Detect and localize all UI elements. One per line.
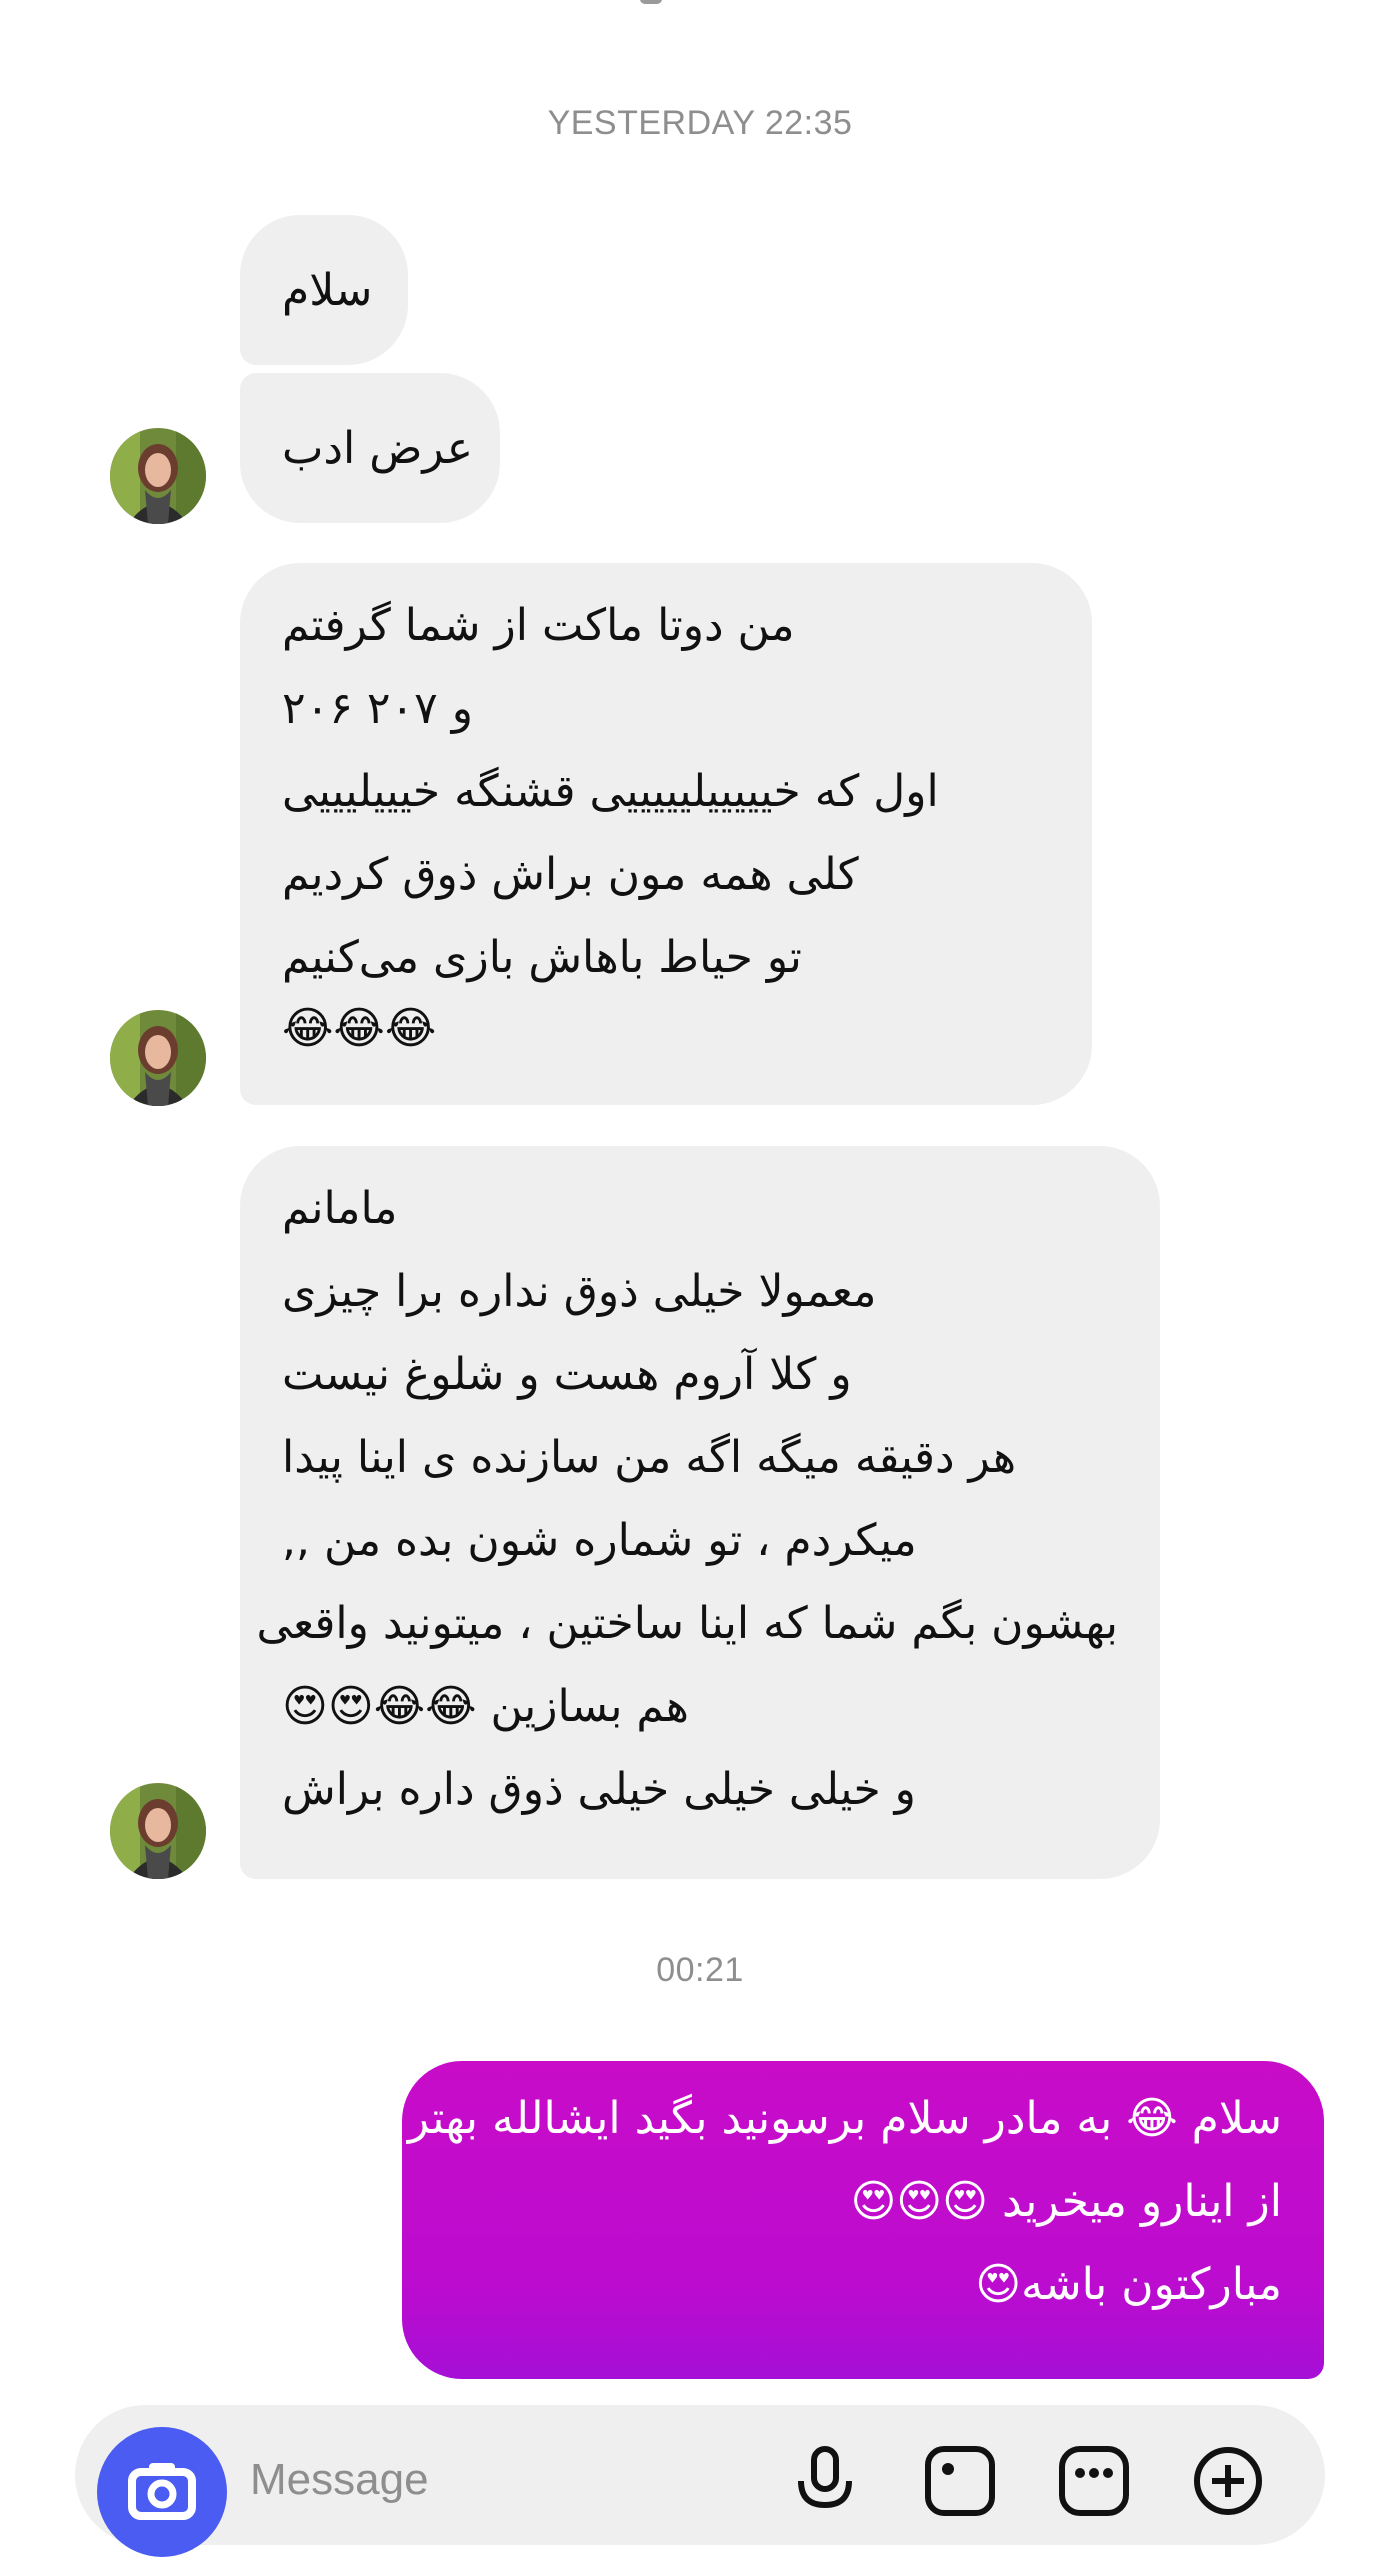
- message-text-line: مامانم: [282, 1183, 398, 1234]
- camera-icon: [128, 2463, 196, 2520]
- sent-message-bubble[interactable]: سلام 😂 به مادر سلام برسونید بگید ایشالله…: [402, 2061, 1324, 2379]
- message-text-line: و کلا آروم هست و شلوغ نیست: [282, 1349, 852, 1400]
- message-text-line: میکردم ، تو شماره شون بده من ,,: [282, 1515, 917, 1566]
- sender-avatar[interactable]: [110, 428, 206, 524]
- sticker-icon[interactable]: [1056, 2443, 1132, 2519]
- sender-avatar[interactable]: [110, 1783, 206, 1879]
- message-text-line: و خیلی خیلی خیلی ذوق داره براش: [282, 1764, 916, 1815]
- message-text-line: بهشون بگم شما که اینا ساختین ، میتونید و…: [256, 1598, 1118, 1649]
- received-message-bubble[interactable]: من دوتا ماکت از شما گرفتم و ۲۰۷ ۲۰۶ اول …: [240, 563, 1092, 1105]
- message-text-line: از اینارو میخرید 😍😍😍: [850, 2176, 1282, 2227]
- message-text-line: مبارکتون باشه😍: [975, 2259, 1282, 2310]
- gallery-icon[interactable]: [922, 2443, 998, 2519]
- message-text-line: هم بسازین 😂😂😍😍: [282, 1681, 689, 1732]
- message-text-line: کلی همه مون براش ذوق کردیم: [282, 849, 859, 900]
- timestamp-time: 00:21: [656, 1951, 744, 1989]
- received-message-bubble[interactable]: سلام: [240, 215, 408, 365]
- message-text-line: هر دقیقه میگه اگه من سازنده ی اینا پیدا: [282, 1432, 1017, 1483]
- plus-icon[interactable]: [1190, 2443, 1266, 2519]
- message-text-line: تو حیاط باهاش بازی می‌کنیم: [282, 932, 802, 983]
- message-text-line: سلام 😂 به مادر سلام برسونید بگید ایشالله…: [407, 2093, 1282, 2144]
- received-message-bubble[interactable]: عرض ادب: [240, 373, 500, 523]
- received-message-bubble[interactable]: مامانم معمولا خیلی ذوق نداره برا چیزی و …: [240, 1146, 1160, 1879]
- message-text-line: من دوتا ماکت از شما گرفتم: [282, 600, 795, 651]
- timestamp-yesterday: YESTERDAY 22:35: [547, 104, 853, 142]
- message-text-line: 😂😂😂: [282, 1003, 437, 1054]
- message-text-line: اول که خیییییلیییییی قشنگه خیییلیییی: [282, 766, 939, 817]
- microphone-icon[interactable]: [787, 2443, 863, 2519]
- camera-button[interactable]: [97, 2427, 227, 2557]
- message-composer: Message: [75, 2405, 1325, 2557]
- message-text-line: و ۲۰۷ ۲۰۶: [282, 683, 474, 734]
- message-text: عرض ادب: [282, 423, 473, 474]
- clipped-top-fragment: [640, 0, 662, 4]
- message-input[interactable]: Message: [250, 2455, 429, 2505]
- message-text: سلام: [282, 265, 373, 316]
- message-text-line: معمولا خیلی ذوق نداره برا چیزی: [282, 1266, 877, 1317]
- sender-avatar[interactable]: [110, 1010, 206, 1106]
